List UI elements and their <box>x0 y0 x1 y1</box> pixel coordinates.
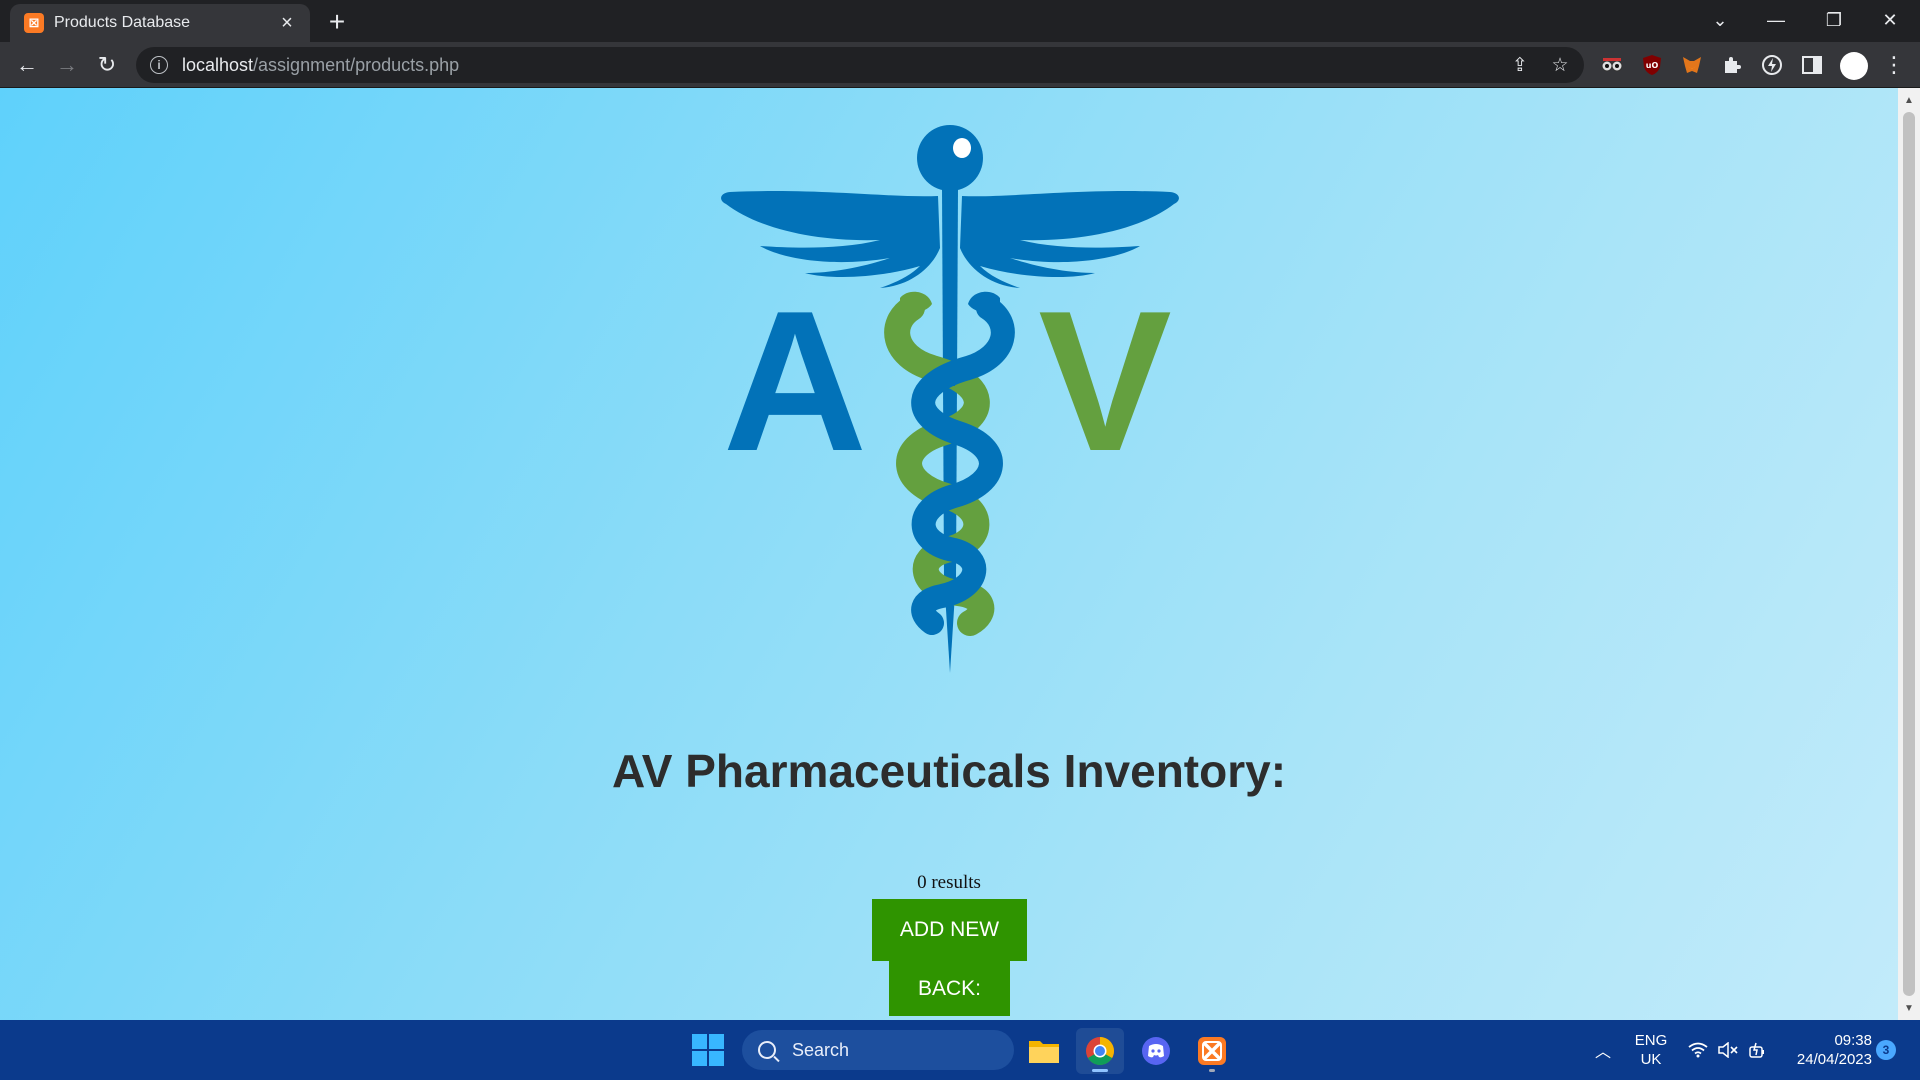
puzzle-icon[interactable] <box>1718 51 1746 79</box>
wifi-icon[interactable] <box>1684 1020 1712 1080</box>
language-indicator[interactable]: ENG UK <box>1628 1020 1674 1080</box>
tab-search-button[interactable]: ⌄ <box>1692 0 1748 40</box>
minimize-button[interactable]: — <box>1748 0 1804 40</box>
av-caduceus-logo: A V <box>721 125 1179 673</box>
logo-letter-a: A <box>723 270 867 493</box>
battery-charging-icon[interactable] <box>1744 1020 1772 1080</box>
tab-products-database[interactable]: ⊠ Products Database × <box>10 4 310 42</box>
page-scrollbar[interactable]: ▲ ▼ <box>1898 88 1920 1020</box>
spy-glasses-icon[interactable] <box>1598 51 1626 79</box>
site-info-icon[interactable]: i <box>150 56 168 74</box>
ublock-icon[interactable]: uO <box>1638 51 1666 79</box>
profile-avatar[interactable] <box>1840 52 1868 80</box>
tray-overflow-chevron-icon[interactable]: ︿ <box>1588 1020 1618 1080</box>
close-window-button[interactable]: ✕ <box>1862 0 1918 40</box>
address-bar[interactable]: i localhost/assignment/products.php ⇪ ☆ <box>136 47 1584 83</box>
scroll-down-arrow-icon[interactable]: ▼ <box>1898 998 1920 1018</box>
restore-button[interactable]: ❐ <box>1806 0 1862 40</box>
taskbar-clock[interactable]: 09:38 24/04/2023 <box>1778 1020 1872 1080</box>
xampp-favicon-icon: ⊠ <box>24 13 44 33</box>
tab-title: Products Database <box>54 14 191 31</box>
results-count: 0 results <box>917 872 981 893</box>
browser-tabstrip: ⊠ Products Database × + ⌄ — ❐ ✕ <box>0 0 1920 42</box>
notification-badge[interactable]: 3 <box>1876 1040 1896 1060</box>
clock-date: 24/04/2023 <box>1796 1051 1872 1068</box>
scroll-up-arrow-icon[interactable]: ▲ <box>1898 90 1920 110</box>
windows-start-icon[interactable] <box>692 1034 726 1068</box>
language-region: UK <box>1640 1051 1662 1068</box>
volume-muted-icon[interactable] <box>1714 1020 1742 1080</box>
metamask-icon[interactable] <box>1678 51 1706 79</box>
lightning-icon[interactable] <box>1758 51 1786 79</box>
windows-taskbar: Search ︿ ENG UK 09:38 24/04/2023 <box>0 1020 1920 1080</box>
url-path: /assignment/products.php <box>253 54 460 75</box>
share-icon[interactable]: ⇪ <box>1506 51 1534 79</box>
forward-button[interactable]: → <box>50 48 84 82</box>
chrome-icon[interactable] <box>1076 1028 1124 1074</box>
discord-icon[interactable] <box>1132 1028 1180 1074</box>
taskbar-search-box[interactable]: Search <box>742 1030 1014 1070</box>
add-new-button[interactable]: ADD NEW <box>872 899 1027 961</box>
logo-orb <box>917 125 983 191</box>
url-host: localhost <box>182 54 254 75</box>
side-panel-icon[interactable] <box>1798 51 1826 79</box>
search-icon <box>758 1041 776 1059</box>
taskbar-search-label: Search <box>792 1039 850 1060</box>
svg-text:uO: uO <box>1646 61 1659 70</box>
page-viewport: A V AV Pharmaceuticals Inventory: 0 resu… <box>0 88 1898 1020</box>
reload-button[interactable]: ↻ <box>90 48 124 82</box>
page-title: AV Pharmaceuticals Inventory: <box>611 745 1287 797</box>
back-button-page[interactable]: BACK: <box>889 961 1010 1016</box>
back-button[interactable]: ← <box>10 48 44 82</box>
clock-time: 09:38 <box>1834 1032 1872 1049</box>
logo-letter-v: V <box>1038 270 1171 493</box>
language-code: ENG <box>1634 1032 1668 1049</box>
browser-toolbar: ← → ↻ i localhost/assignment/products.ph… <box>0 42 1920 88</box>
bookmark-star-icon[interactable]: ☆ <box>1546 51 1574 79</box>
browser-menu-icon[interactable]: ⋮ <box>1880 51 1908 79</box>
scroll-thumb[interactable] <box>1903 112 1915 996</box>
tab-close-icon[interactable]: × <box>276 12 298 35</box>
xampp-icon[interactable] <box>1188 1028 1236 1074</box>
new-tab-button[interactable]: + <box>322 8 352 38</box>
file-explorer-icon[interactable] <box>1020 1028 1068 1074</box>
